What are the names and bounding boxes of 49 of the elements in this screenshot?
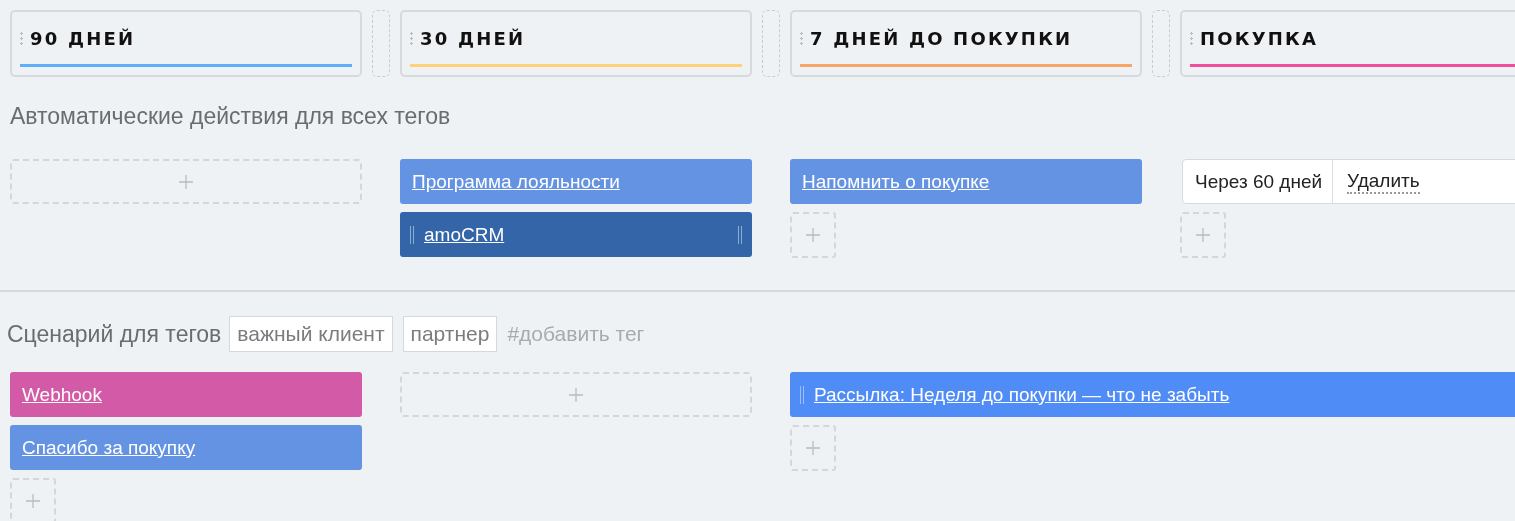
action-card[interactable]: Спасибо за покупку (10, 425, 362, 470)
add-button[interactable] (1180, 212, 1226, 258)
stage-title: 30 ДНЕЙ (420, 28, 526, 49)
action-link[interactable]: Рассылка: Неделя до покупки — что не забыть (814, 383, 1230, 406)
drop-slot[interactable] (762, 10, 780, 77)
tag-chip[interactable]: партнер (402, 316, 498, 352)
stage-title: ПОКУПКА (1200, 28, 1319, 49)
action-link[interactable]: amoCRM (424, 223, 505, 246)
grip-icon (20, 30, 23, 47)
drop-slot[interactable] (372, 10, 390, 77)
action-link[interactable]: Программа лояльности (412, 170, 620, 193)
action-card[interactable]: Программа лояльности (400, 159, 752, 204)
action-card[interactable]: Напомнить о покупке (790, 159, 1142, 204)
action-card[interactable]: amoCRM (400, 212, 752, 257)
add-button[interactable] (10, 478, 56, 521)
tag-input-field[interactable]: #добавить тег (507, 322, 728, 346)
grip-icon (1190, 30, 1193, 47)
stage-title: 90 ДНЕЙ (30, 28, 136, 49)
drag-handle-icon[interactable] (800, 385, 804, 404)
plus-icon (805, 440, 821, 456)
stage-header[interactable]: 30 ДНЕЙ (400, 10, 752, 77)
delay-step[interactable]: Через 60 дней (1183, 160, 1334, 203)
action-link[interactable]: Webhook (22, 383, 102, 406)
action-card[interactable]: Webhook (10, 372, 362, 417)
drag-handle-icon[interactable] (410, 225, 414, 244)
plus-icon (25, 493, 41, 509)
section-heading: Автоматические действия для всех тегов (10, 103, 452, 131)
stage-header[interactable]: 90 ДНЕЙ (10, 10, 362, 77)
action-card[interactable]: Рассылка: Неделя до покупки — что не забыть (790, 372, 1515, 417)
section-heading: Сценарий для тегов (7, 320, 222, 348)
plus-icon (568, 386, 584, 403)
stage-header[interactable]: 7 ДНЕЙ ДО ПОКУПКИ (790, 10, 1142, 77)
plus-icon (1195, 227, 1211, 243)
drag-handle-icon[interactable] (738, 225, 742, 244)
grip-icon (410, 30, 413, 47)
drop-slot[interactable] (1152, 10, 1170, 77)
plus-icon (805, 227, 821, 243)
stage-header[interactable]: ПОКУПКА (1180, 10, 1515, 77)
add-action-button[interactable] (400, 372, 752, 417)
add-action-button[interactable] (10, 159, 362, 204)
action-step[interactable]: Удалить (1347, 169, 1420, 194)
tag-chip[interactable]: важный клиент (229, 316, 393, 352)
action-link[interactable]: Спасибо за покупку (22, 436, 196, 459)
plus-icon (178, 173, 194, 190)
add-button[interactable] (790, 425, 836, 471)
add-button[interactable] (790, 212, 836, 258)
stage-title: 7 ДНЕЙ ДО ПОКУПКИ (810, 28, 1073, 49)
grip-icon (800, 30, 803, 47)
action-link[interactable]: Напомнить о покупке (802, 170, 990, 193)
